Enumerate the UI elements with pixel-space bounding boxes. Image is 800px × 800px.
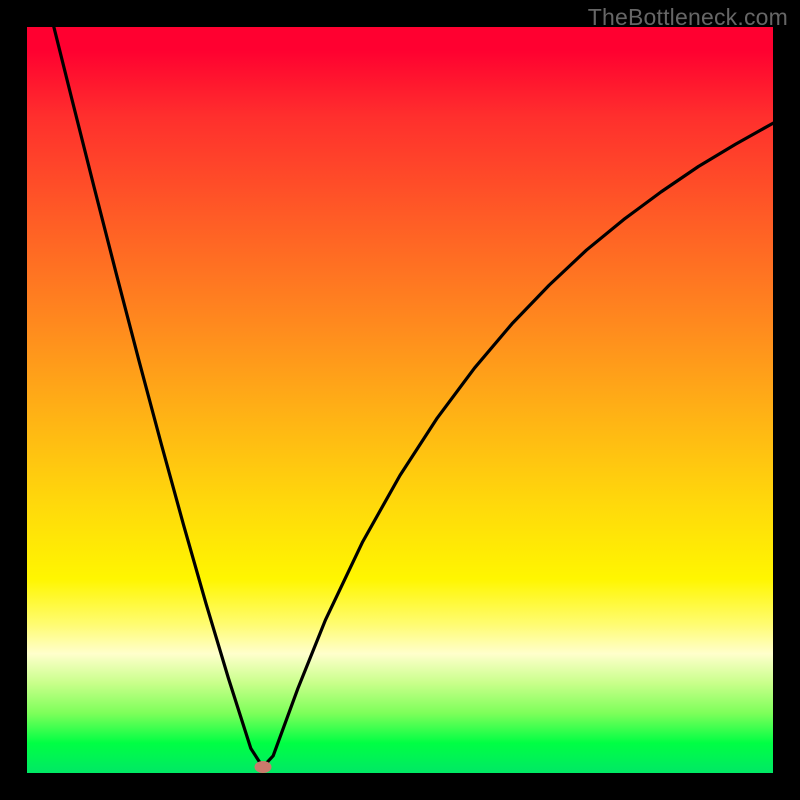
bottleneck-curve <box>27 27 773 773</box>
optimum-marker <box>255 761 272 773</box>
chart-frame: TheBottleneck.com <box>0 0 800 800</box>
watermark-text: TheBottleneck.com <box>588 4 788 31</box>
